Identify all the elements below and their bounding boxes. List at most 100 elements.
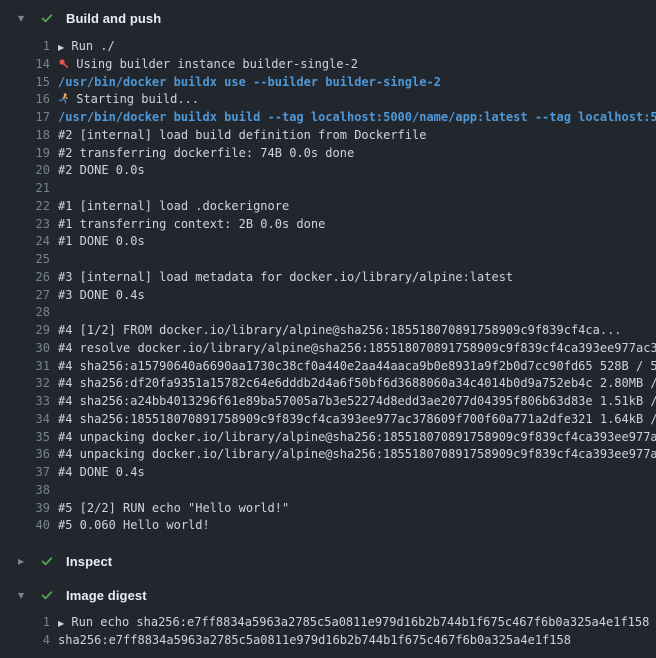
line-number[interactable]: 37 xyxy=(0,464,50,482)
success-check-icon xyxy=(40,554,54,568)
line-content: #4 resolve docker.io/library/alpine@sha2… xyxy=(58,340,656,358)
line-number[interactable]: 32 xyxy=(0,375,50,393)
run-expander-icon[interactable]: ▶ xyxy=(58,619,64,628)
line-number[interactable]: 26 xyxy=(0,269,50,287)
log-line: 37 #4 DONE 0.4s xyxy=(0,464,656,482)
line-content xyxy=(58,251,656,269)
log-line: 4 sha256:e7ff8834a5963a2785c5a0811e979d1… xyxy=(0,632,656,650)
log-line: 14 Using builder instance builder-single… xyxy=(0,56,656,74)
line-content: #5 [2/2] RUN echo "Hello world!" xyxy=(58,500,656,518)
line-content: #4 sha256:a24bb4013296f61e89ba57005a7b3e… xyxy=(58,393,656,411)
line-number[interactable]: 34 xyxy=(0,411,50,429)
log-section: ▼ Build and push 1 ▶ Run ./ 14 Using bui… xyxy=(0,0,656,535)
line-number[interactable]: 35 xyxy=(0,429,50,447)
log-line: 1 ▶ Run echo sha256:e7ff8834a5963a2785c5… xyxy=(0,614,656,632)
pushpin-icon xyxy=(58,58,69,69)
line-number[interactable]: 17 xyxy=(0,109,50,127)
line-number[interactable]: 14 xyxy=(0,56,50,74)
line-number[interactable]: 27 xyxy=(0,287,50,305)
log-line: 24 #1 DONE 0.0s xyxy=(0,233,656,251)
line-content: #3 DONE 0.4s xyxy=(58,287,656,305)
line-content: /usr/bin/docker buildx build --tag local… xyxy=(58,109,656,127)
log-line: 38 xyxy=(0,482,656,500)
line-number[interactable]: 24 xyxy=(0,233,50,251)
line-number[interactable]: 22 xyxy=(0,198,50,216)
line-number[interactable]: 21 xyxy=(0,180,50,198)
line-number[interactable]: 33 xyxy=(0,393,50,411)
section-header-image-digest[interactable]: ▼ Image digest xyxy=(0,585,656,605)
line-content: /usr/bin/docker buildx use --builder bui… xyxy=(58,74,656,92)
log-line: 36 #4 unpacking docker.io/library/alpine… xyxy=(0,446,656,464)
section-expander-icon[interactable]: ▼ xyxy=(18,14,30,23)
line-content: Starting build... xyxy=(58,91,656,109)
line-number[interactable]: 1 xyxy=(0,614,50,632)
section-title: Image digest xyxy=(66,588,147,603)
section-expander-icon[interactable]: ▼ xyxy=(18,591,30,600)
log-line: 29 #4 [1/2] FROM docker.io/library/alpin… xyxy=(0,322,656,340)
line-number[interactable]: 36 xyxy=(0,446,50,464)
line-number[interactable]: 40 xyxy=(0,517,50,535)
line-content xyxy=(58,482,656,500)
line-number[interactable]: 4 xyxy=(0,632,50,650)
log-line: 1 ▶ Run ./ xyxy=(0,38,656,56)
line-content xyxy=(58,304,656,322)
section-header-build-and-push[interactable]: ▼ Build and push xyxy=(0,8,656,28)
line-content: #1 DONE 0.0s xyxy=(58,233,656,251)
line-number[interactable]: 16 xyxy=(0,91,50,109)
log-line: 30 #4 resolve docker.io/library/alpine@s… xyxy=(0,340,656,358)
line-number[interactable]: 15 xyxy=(0,74,50,92)
line-content: #4 sha256:a15790640a6690aa1730c38cf0a440… xyxy=(58,358,656,376)
line-content: #4 unpacking docker.io/library/alpine@sh… xyxy=(58,429,656,447)
log-line: 20 #2 DONE 0.0s xyxy=(0,162,656,180)
log-section: ▼ Image digest 1 ▶ Run echo sha256:e7ff8… xyxy=(0,585,656,650)
line-content: #4 [1/2] FROM docker.io/library/alpine@s… xyxy=(58,322,656,340)
line-content: #2 transferring dockerfile: 74B 0.0s don… xyxy=(58,145,656,163)
log-line: 23 #1 transferring context: 2B 0.0s done xyxy=(0,216,656,234)
log-line: 19 #2 transferring dockerfile: 74B 0.0s … xyxy=(0,145,656,163)
line-content: #2 [internal] load build definition from… xyxy=(58,127,656,145)
log-line: 40 #5 0.060 Hello world! xyxy=(0,517,656,535)
section-log-lines: 1 ▶ Run echo sha256:e7ff8834a5963a2785c5… xyxy=(0,614,656,650)
runner-icon xyxy=(58,93,69,104)
line-content: #2 DONE 0.0s xyxy=(58,162,656,180)
section-header-inspect[interactable]: ▶ Inspect xyxy=(0,551,656,571)
log-section: ▶ Inspect xyxy=(0,551,656,571)
line-content: #3 [internal] load metadata for docker.i… xyxy=(58,269,656,287)
line-number[interactable]: 1 xyxy=(0,38,50,56)
line-content: ▶ Run echo sha256:e7ff8834a5963a2785c5a0… xyxy=(58,614,656,632)
line-content: ▶ Run ./ xyxy=(58,38,656,56)
line-number[interactable]: 18 xyxy=(0,127,50,145)
line-content xyxy=(58,180,656,198)
line-number[interactable]: 39 xyxy=(0,500,50,518)
line-number[interactable]: 20 xyxy=(0,162,50,180)
line-content: #4 unpacking docker.io/library/alpine@sh… xyxy=(58,446,656,464)
log-line: 33 #4 sha256:a24bb4013296f61e89ba57005a7… xyxy=(0,393,656,411)
line-content: #1 [internal] load .dockerignore xyxy=(58,198,656,216)
log-line: 22 #1 [internal] load .dockerignore xyxy=(0,198,656,216)
log-line: 25 xyxy=(0,251,656,269)
log-line: 28 xyxy=(0,304,656,322)
line-content: #5 0.060 Hello world! xyxy=(58,517,656,535)
line-number[interactable]: 29 xyxy=(0,322,50,340)
line-number[interactable]: 23 xyxy=(0,216,50,234)
section-title: Build and push xyxy=(66,11,161,26)
section-expander-icon[interactable]: ▶ xyxy=(18,557,30,566)
run-expander-icon[interactable]: ▶ xyxy=(58,43,64,52)
section-title: Inspect xyxy=(66,554,112,569)
line-number[interactable]: 38 xyxy=(0,482,50,500)
log-line: 31 #4 sha256:a15790640a6690aa1730c38cf0a… xyxy=(0,358,656,376)
line-content: #4 sha256:df20fa9351a15782c64e6dddb2d4a6… xyxy=(58,375,656,393)
line-number[interactable]: 30 xyxy=(0,340,50,358)
line-content: sha256:e7ff8834a5963a2785c5a0811e979d16b… xyxy=(58,632,656,650)
log-line: 26 #3 [internal] load metadata for docke… xyxy=(0,269,656,287)
log-line: 16 Starting build... xyxy=(0,91,656,109)
line-number[interactable]: 28 xyxy=(0,304,50,322)
line-content: #4 DONE 0.4s xyxy=(58,464,656,482)
line-number[interactable]: 31 xyxy=(0,358,50,376)
line-number[interactable]: 25 xyxy=(0,251,50,269)
line-number[interactable]: 19 xyxy=(0,145,50,163)
log-line: 18 #2 [internal] load build definition f… xyxy=(0,127,656,145)
success-check-icon xyxy=(40,11,54,25)
log-line: 21 xyxy=(0,180,656,198)
log-line: 27 #3 DONE 0.4s xyxy=(0,287,656,305)
